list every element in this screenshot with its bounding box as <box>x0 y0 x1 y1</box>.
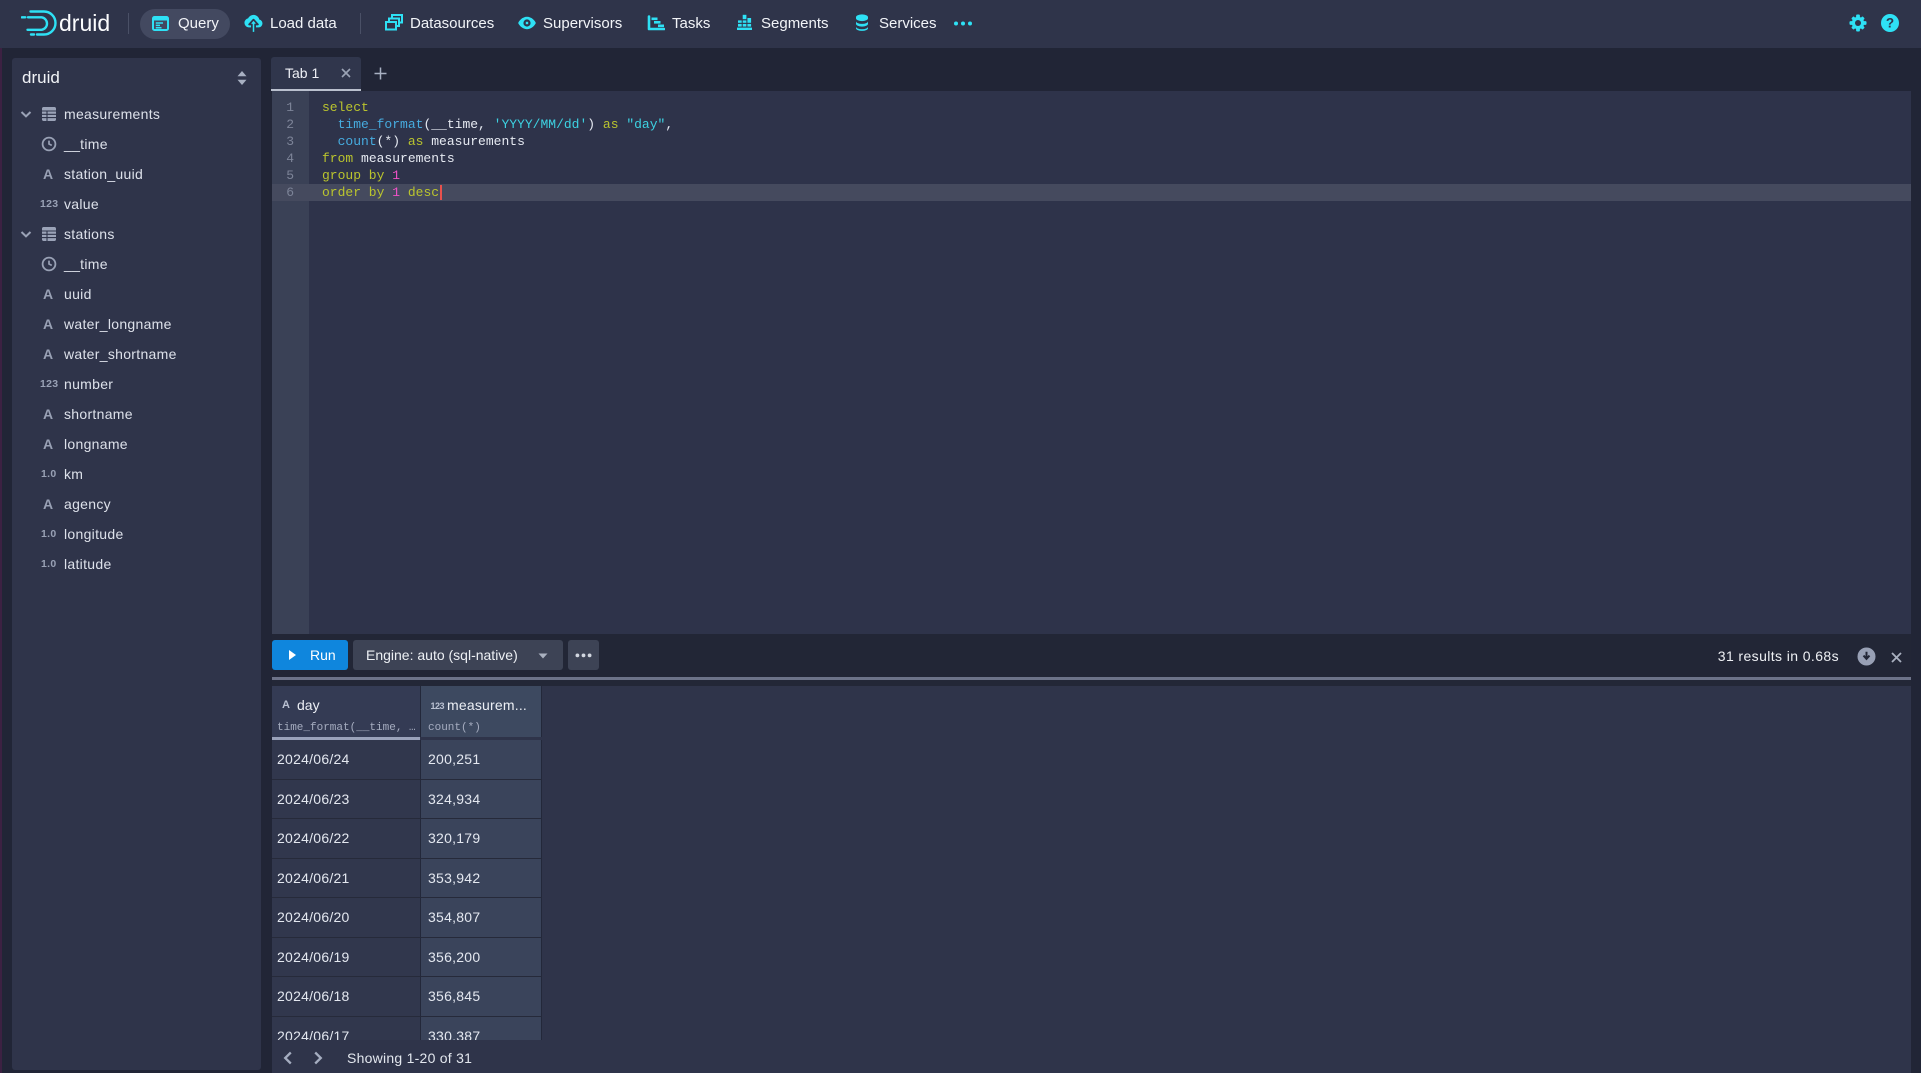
svg-text:?: ? <box>1886 15 1894 30</box>
